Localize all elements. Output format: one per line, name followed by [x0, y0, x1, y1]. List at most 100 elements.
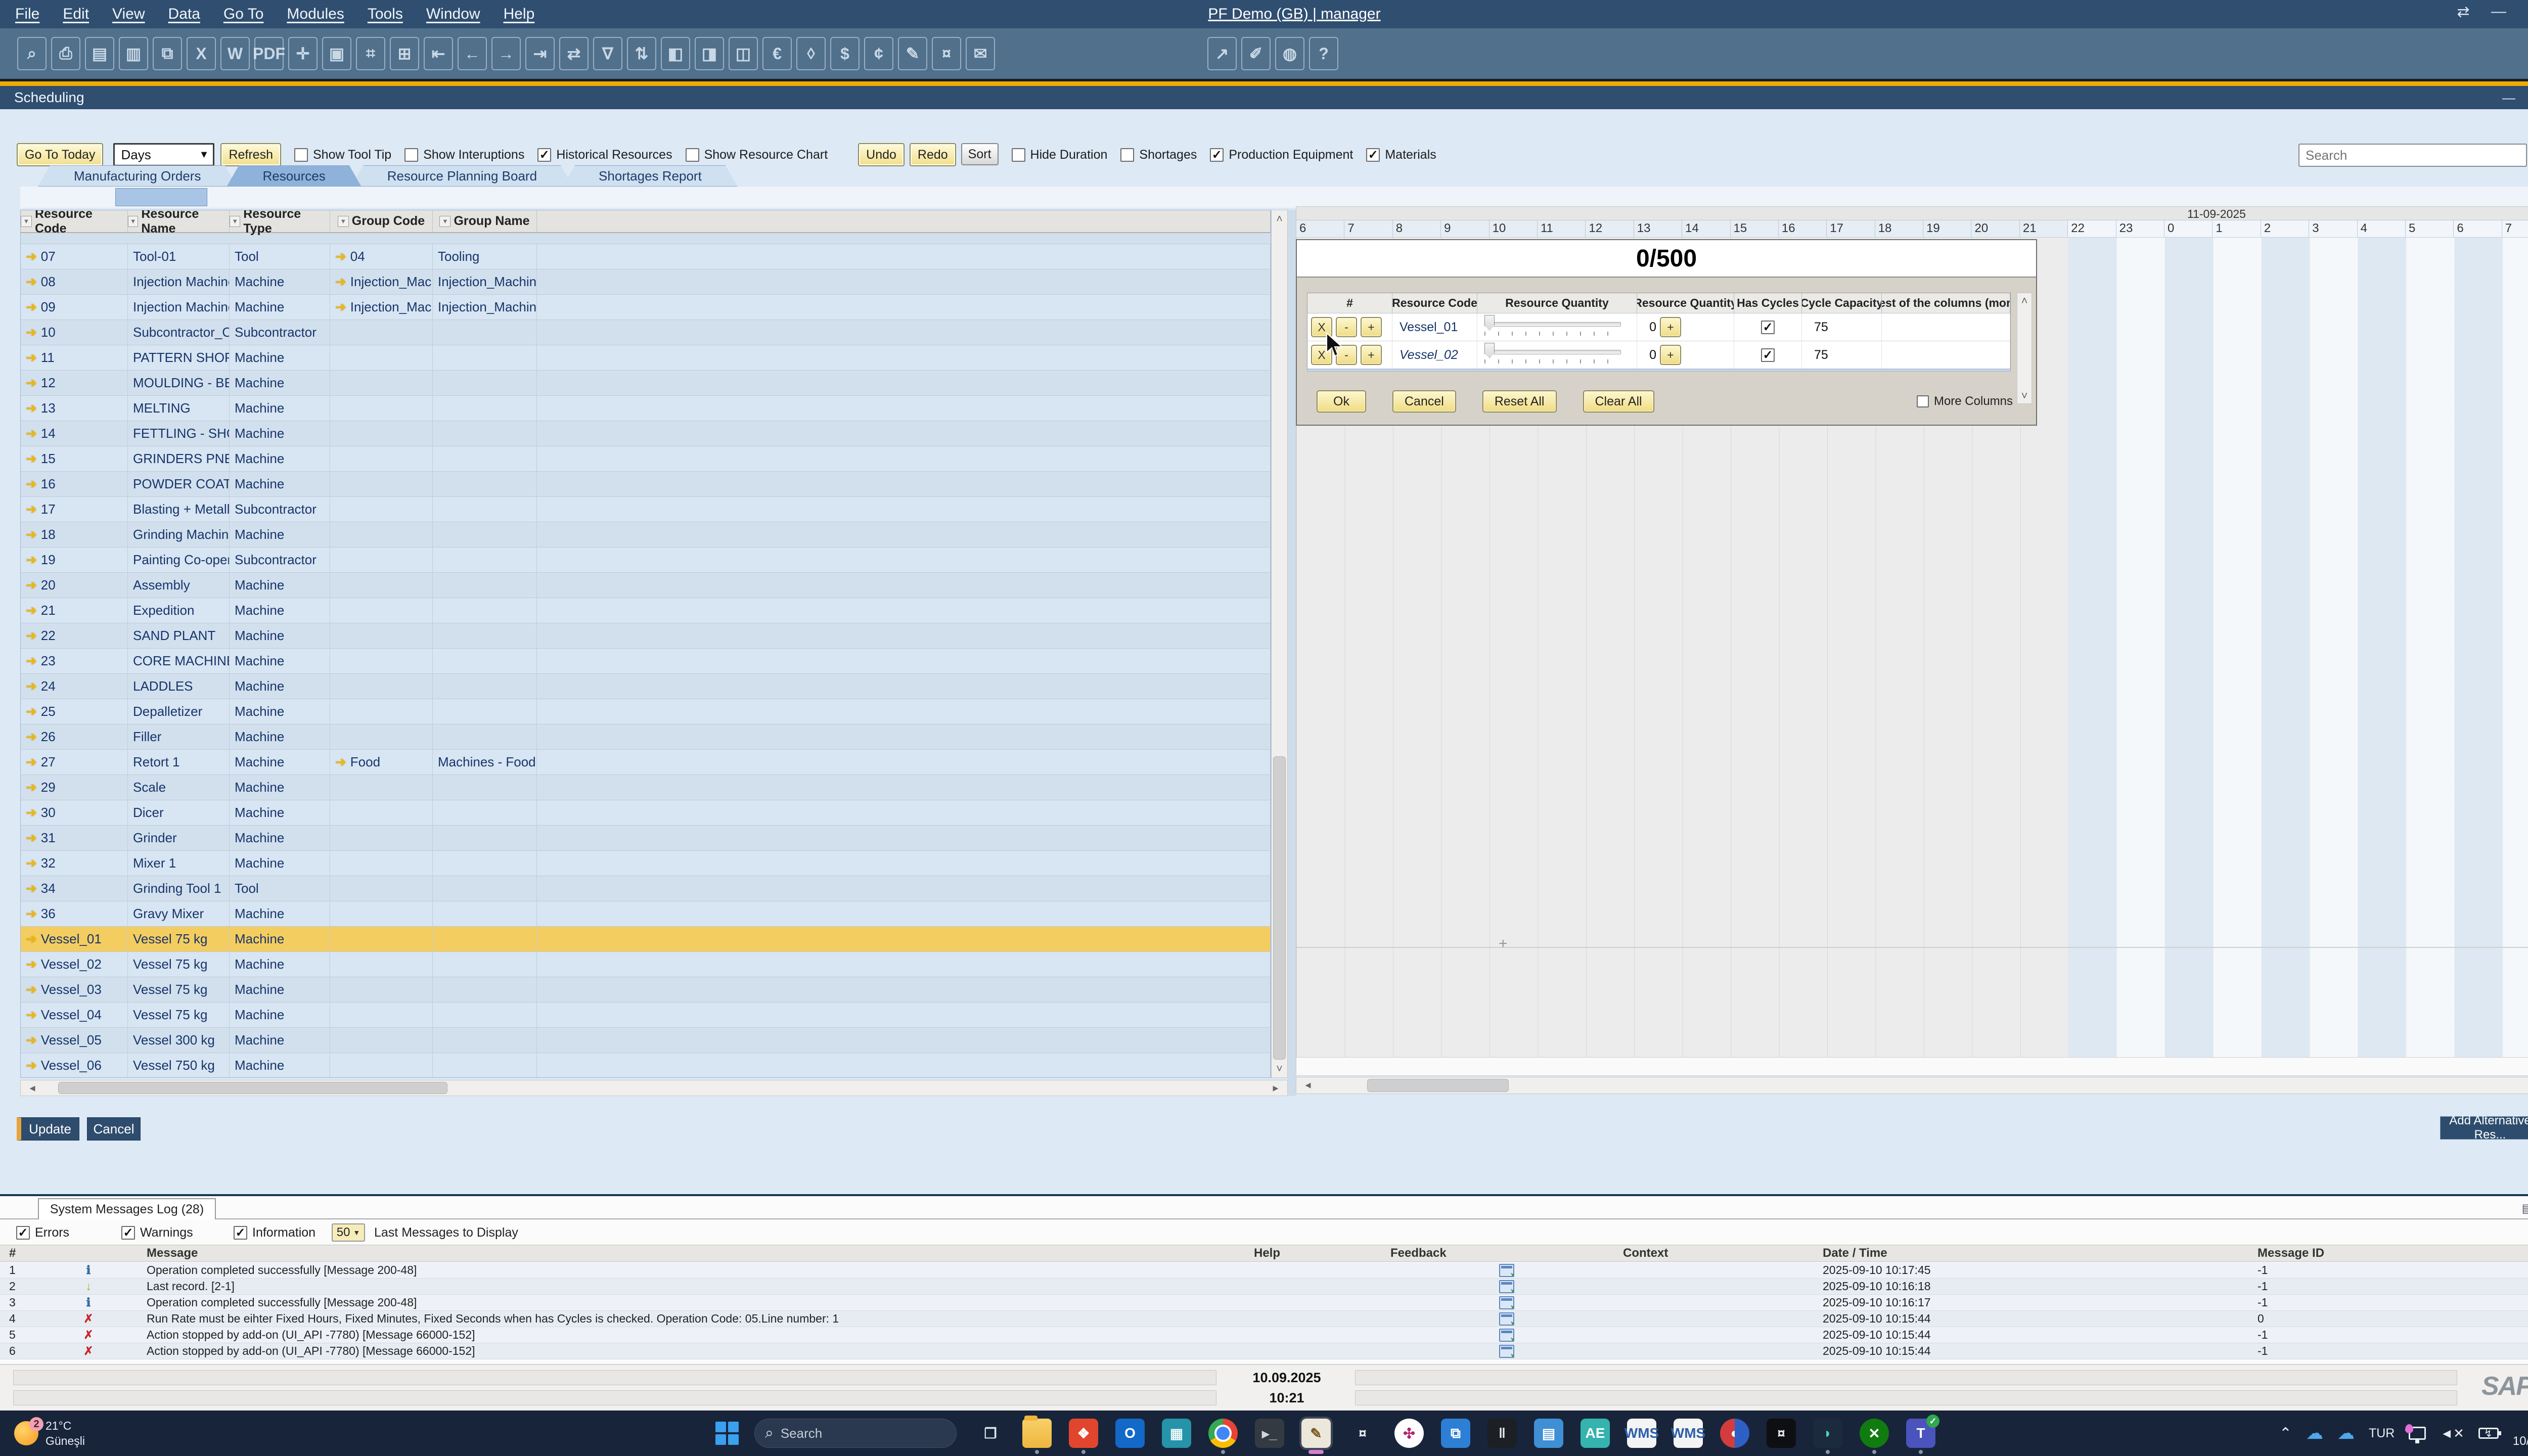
volume-icon[interactable]: ◊	[796, 37, 826, 70]
tray-expand-icon[interactable]: ⌃	[2279, 1425, 2292, 1442]
search-input[interactable]	[2298, 144, 2527, 167]
table-row[interactable]: ➔20 Assembly Machine ➔	[21, 573, 1271, 598]
onedrive-icon[interactable]: ☁	[2306, 1423, 2323, 1443]
filter-checkbox[interactable]: Show Interuptions	[404, 148, 524, 162]
export-excel-icon[interactable]: X	[187, 37, 216, 70]
weather-widget[interactable]: 2 21°C Güneşli	[14, 1418, 85, 1448]
sap-business-one[interactable]: ✎	[1301, 1419, 1331, 1448]
table-row[interactable]: ➔09 Injection Machine_02_ Machine ➔Injec…	[21, 295, 1271, 320]
feedback-icon[interactable]	[1499, 1264, 1514, 1277]
table-row[interactable]: ➔24 LADDLES Machine ➔	[21, 674, 1271, 699]
table-row[interactable]: ➔Vessel_06 Vessel 750 kg Machine ➔	[21, 1053, 1271, 1078]
annotation-icon[interactable]: ✐	[1241, 37, 1271, 70]
link-arrow-icon[interactable]: ➔	[26, 400, 37, 416]
sort-table-icon[interactable]: ⇅	[627, 37, 656, 70]
quick-app[interactable]: ❖	[1069, 1419, 1098, 1448]
link-arrow-icon[interactable]: ➔	[26, 249, 37, 264]
price-icon[interactable]: $	[830, 37, 860, 70]
link-arrow-icon[interactable]: ➔	[26, 881, 37, 896]
find-icon[interactable]: ⌕	[17, 37, 47, 70]
lock-screen-icon[interactable]: ▣	[322, 37, 351, 70]
switch-layout-icon[interactable]: ⇄	[2452, 3, 2474, 21]
link-arrow-icon[interactable]: ➔	[26, 704, 37, 719]
slider-track[interactable]	[1484, 322, 1621, 327]
table-row[interactable]: ➔Vessel_05 Vessel 300 kg Machine ➔	[21, 1028, 1271, 1053]
first-record-icon[interactable]: ⇤	[424, 37, 453, 70]
table-row[interactable]: ➔36 Gravy Mixer Machine ➔	[21, 901, 1271, 927]
has-cycles-checkbox[interactable]	[1761, 348, 1775, 362]
next-window-icon[interactable]: ⊞	[390, 37, 419, 70]
filter-checkbox[interactable]: Show Tool Tip	[294, 148, 391, 162]
wms-mobile[interactable]: WMS	[1627, 1419, 1656, 1448]
slider-thumb[interactable]	[1484, 343, 1495, 359]
quantity-slider[interactable]	[1484, 319, 1621, 336]
refresh-record-icon[interactable]: ⇄	[559, 37, 589, 70]
column-header[interactable]: ▼Resource Type	[230, 210, 330, 232]
copy-window-icon[interactable]: ⧉	[153, 37, 182, 70]
link-arrow-icon[interactable]: ➔	[26, 426, 37, 441]
scrollbar-thumb[interactable]	[1273, 756, 1286, 1060]
link-arrow-icon[interactable]: ➔	[26, 628, 37, 644]
table-row[interactable]: ➔21 Expedition Machine ➔	[21, 598, 1271, 623]
link-arrow-icon[interactable]: ➔	[26, 299, 37, 315]
tab[interactable]: Resource Planning Board	[351, 165, 573, 187]
menu-item[interactable]: Data	[168, 6, 200, 23]
refresh-button[interactable]: Refresh	[220, 143, 281, 166]
minimize-icon[interactable]: —	[2488, 3, 2510, 21]
table-row[interactable]: ➔18 Grinding Machine 01 Machine ➔	[21, 522, 1271, 548]
go-to-today-button[interactable]: Go To Today	[17, 143, 103, 166]
table-row[interactable]: ➔Vessel_03 Vessel 75 kg Machine ➔	[21, 977, 1271, 1003]
chrome[interactable]	[1208, 1419, 1238, 1448]
checkbox-icon[interactable]	[1012, 148, 1025, 162]
table-row[interactable]: ➔07 Tool-01 Tool ➔04 Tooling	[21, 244, 1271, 269]
menu-item[interactable]: Edit	[63, 6, 89, 23]
export-launch-icon[interactable]: ↗	[1207, 37, 1237, 70]
slider-thumb[interactable]	[1484, 315, 1495, 331]
help-icon[interactable]: ?	[1309, 37, 1338, 70]
add-alternative-resource-button[interactable]: Add Alternative Res...	[2440, 1116, 2528, 1140]
sort-button[interactable]: Sort	[961, 143, 999, 165]
terminal[interactable]: ▸_	[1255, 1419, 1284, 1448]
language-indicator[interactable]: TUR	[2369, 1426, 2395, 1441]
increase-button[interactable]: +	[1361, 317, 1382, 337]
checkbox-icon[interactable]	[294, 148, 308, 162]
navigate-forward-icon[interactable]: ◨	[695, 37, 724, 70]
last-messages-count-select[interactable]: 50 ▼	[332, 1223, 365, 1242]
media-app[interactable]: ▤	[1534, 1419, 1563, 1448]
filter-checkbox[interactable]: Historical Resources	[537, 148, 672, 162]
checkbox-icon[interactable]	[1917, 395, 1929, 407]
panel-splitter[interactable]	[1288, 210, 1296, 1096]
dialog-button[interactable]: Reset All	[1482, 390, 1557, 413]
update-button[interactable]: Update	[17, 1117, 79, 1141]
link-arrow-icon[interactable]: ➔	[26, 274, 37, 290]
link-arrow-icon[interactable]: ➔	[26, 552, 37, 568]
export-word-icon[interactable]: W	[220, 37, 250, 70]
menu-item[interactable]: Window	[426, 6, 480, 23]
link-arrow-icon[interactable]: ➔	[26, 603, 37, 618]
message-row[interactable]: 4 ℹ ↓ ✗ Run Rate must be eihter Fixed Ho…	[0, 1311, 2528, 1327]
checkbox-icon[interactable]	[686, 148, 699, 162]
taskbar-search[interactable]: ⌕ Search	[754, 1419, 957, 1448]
payment-window-icon[interactable]: ◫	[729, 37, 758, 70]
filter-checkbox[interactable]: Shortages	[1120, 148, 1197, 162]
dialog-vscrollbar[interactable]: ˄ ˅	[2017, 293, 2032, 404]
find-window-icon[interactable]: ⌗	[356, 37, 385, 70]
gear-black[interactable]: ¤	[1767, 1419, 1796, 1448]
column-header[interactable]: ▼Group Code	[330, 210, 433, 232]
taskbar-clock[interactable]: 10:21 10/09/2025	[2513, 1417, 2528, 1449]
scroll-up-icon[interactable]: ˄	[1272, 212, 1287, 225]
export-pdf-icon[interactable]: PDF	[254, 37, 284, 70]
table-row[interactable]: ➔16 POWDER COATING I Machine ➔	[21, 472, 1271, 497]
table-row[interactable]: ➔11 PATTERN SHOP Machine ➔	[21, 345, 1271, 371]
quantity-slider[interactable]	[1484, 347, 1621, 363]
task-view[interactable]: ❐	[976, 1419, 1005, 1448]
link-arrow-icon[interactable]: ➔	[26, 729, 37, 745]
dialog-button[interactable]: Ok	[1317, 390, 1366, 413]
resource-table-vscrollbar[interactable]: ˄ ˅	[1271, 210, 1288, 1078]
onedrive-icon-2[interactable]: ☁	[2337, 1423, 2355, 1443]
column-header[interactable]: ▼Resource Code	[21, 210, 128, 232]
messages-tab[interactable]: System Messages Log (28)	[38, 1198, 216, 1219]
link-arrow-icon[interactable]: ➔	[335, 274, 346, 290]
table-row[interactable]: ➔10 Subcontractor_Operat Subcontractor ➔	[21, 320, 1271, 345]
table-row[interactable]: ➔23 CORE MACHINE Machine ➔	[21, 649, 1271, 674]
